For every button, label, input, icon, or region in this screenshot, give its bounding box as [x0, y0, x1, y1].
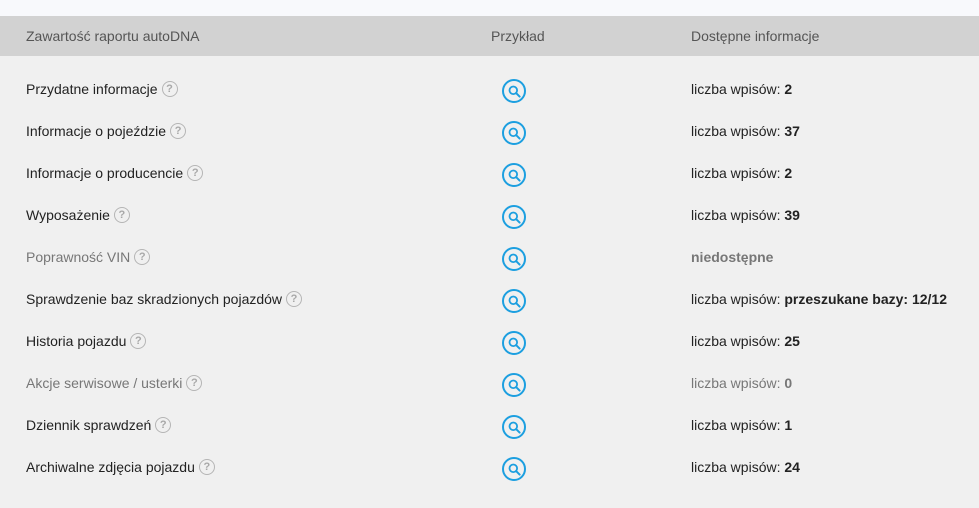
- header-example-column: Przykład: [491, 28, 545, 44]
- row-label-text: Dziennik sprawdzeń: [26, 417, 152, 433]
- info-value: niedostępne: [691, 249, 774, 265]
- help-icon[interactable]: ?: [130, 333, 147, 349]
- info-prefix: liczba wpisów:: [691, 81, 781, 97]
- table-row: Przydatne informacje? liczba wpisów: 2: [0, 70, 979, 112]
- header-info-column: Dostępne informacje: [691, 28, 820, 44]
- info-prefix: liczba wpisów:: [691, 333, 781, 349]
- table-row: Historia pojazdu? liczba wpisów: 25: [0, 322, 979, 364]
- help-icon[interactable]: ?: [134, 249, 151, 265]
- example-preview-button[interactable]: [502, 121, 526, 145]
- top-strip: [0, 0, 979, 16]
- info-value: 1: [784, 417, 793, 433]
- magnifier-icon: [508, 379, 521, 392]
- row-label: Sprawdzenie baz skradzionych pojazdów?: [26, 291, 303, 307]
- magnifier-icon: [508, 253, 521, 266]
- row-label-text: Poprawność VIN: [26, 249, 131, 265]
- row-info: liczba wpisów: 37: [691, 123, 800, 139]
- row-info: liczba wpisów: 39: [691, 207, 800, 223]
- table-row: Wyposażenie? liczba wpisów: 39: [0, 196, 979, 238]
- row-label-text: Informacje o pojeździe: [26, 123, 167, 139]
- row-info: liczba wpisów: 2: [691, 81, 792, 97]
- info-value: przeszukane bazy: 12/12: [784, 291, 948, 307]
- info-value: 0: [784, 375, 793, 391]
- table-row: Poprawność VIN? niedostępne: [0, 238, 979, 280]
- row-label: Historia pojazdu?: [26, 333, 147, 349]
- row-label-text: Sprawdzenie baz skradzionych pojazdów: [26, 291, 283, 307]
- magnifier-icon: [508, 295, 521, 308]
- row-label-text: Historia pojazdu: [26, 333, 127, 349]
- example-preview-button[interactable]: [502, 415, 526, 439]
- table-header: Zawartość raportu autoDNA Przykład Dostę…: [0, 16, 979, 56]
- row-info: liczba wpisów: 24: [691, 459, 800, 475]
- info-prefix: liczba wpisów:: [691, 459, 781, 475]
- help-icon[interactable]: ?: [187, 165, 204, 181]
- row-label: Dziennik sprawdzeń?: [26, 417, 172, 433]
- example-preview-button[interactable]: [502, 163, 526, 187]
- row-info: liczba wpisów: przeszukane bazy: 12/12: [691, 291, 947, 307]
- info-value: 39: [784, 207, 800, 223]
- help-icon[interactable]: ?: [170, 123, 187, 139]
- row-info: liczba wpisów: 25: [691, 333, 800, 349]
- report-rows: Przydatne informacje? liczba wpisów: 2 Inf…: [0, 70, 979, 490]
- table-row: Akcje serwisowe / usterki? liczba wpisów:…: [0, 364, 979, 406]
- info-prefix: liczba wpisów:: [691, 291, 781, 307]
- header-content-column: Zawartość raportu autoDNA: [26, 28, 200, 44]
- example-preview-button[interactable]: [502, 289, 526, 313]
- table-row: Sprawdzenie baz skradzionych pojazdów? li…: [0, 280, 979, 322]
- example-preview-button[interactable]: [502, 79, 526, 103]
- example-preview-button[interactable]: [502, 457, 526, 481]
- row-label: Wyposażenie?: [26, 207, 130, 223]
- help-icon[interactable]: ?: [155, 417, 172, 433]
- magnifier-icon: [508, 463, 521, 476]
- example-preview-button[interactable]: [502, 331, 526, 355]
- row-label: Akcje serwisowe / usterki?: [26, 375, 203, 391]
- row-info: liczba wpisów: 1: [691, 417, 792, 433]
- help-icon[interactable]: ?: [198, 459, 215, 475]
- row-info: niedostępne: [691, 249, 773, 265]
- example-preview-button[interactable]: [502, 205, 526, 229]
- info-prefix: liczba wpisów:: [691, 207, 781, 223]
- info-value: 2: [784, 81, 793, 97]
- info-prefix: liczba wpisów:: [691, 375, 781, 391]
- table-row: Archiwalne zdjęcia pojazdu? liczba wpisów…: [0, 448, 979, 490]
- info-value: 24: [784, 459, 800, 475]
- row-label: Informacje o pojeździe?: [26, 123, 187, 139]
- example-preview-button[interactable]: [502, 373, 526, 397]
- row-label-text: Archiwalne zdjęcia pojazdu: [26, 459, 195, 475]
- row-label: Poprawność VIN?: [26, 249, 151, 265]
- table-row: Informacje o producencie? liczba wpisów: …: [0, 154, 979, 196]
- row-label: Archiwalne zdjęcia pojazdu?: [26, 459, 215, 475]
- magnifier-icon: [508, 85, 521, 98]
- table-row: Dziennik sprawdzeń? liczba wpisów: 1: [0, 406, 979, 448]
- example-preview-button[interactable]: [502, 247, 526, 271]
- info-value: 2: [784, 165, 793, 181]
- row-label-text: Wyposażenie: [26, 207, 110, 223]
- magnifier-icon: [508, 211, 521, 224]
- row-label-text: Informacje o producencie: [26, 165, 184, 181]
- magnifier-icon: [508, 337, 521, 350]
- table-row: Informacje o pojeździe? liczba wpisów: 37: [0, 112, 979, 154]
- info-prefix: liczba wpisów:: [691, 165, 781, 181]
- row-info: liczba wpisów: 0: [691, 375, 792, 391]
- magnifier-icon: [508, 127, 521, 140]
- row-label: Informacje o producencie?: [26, 165, 204, 181]
- help-icon[interactable]: ?: [286, 291, 303, 307]
- magnifier-icon: [508, 169, 521, 182]
- row-label-text: Przydatne informacje: [26, 81, 158, 97]
- info-prefix: liczba wpisów:: [691, 123, 781, 139]
- info-prefix: liczba wpisów:: [691, 417, 781, 433]
- magnifier-icon: [508, 421, 521, 434]
- info-value: 37: [784, 123, 800, 139]
- info-value: 25: [784, 333, 800, 349]
- help-icon[interactable]: ?: [161, 81, 178, 97]
- row-info: liczba wpisów: 2: [691, 165, 792, 181]
- row-label: Przydatne informacje?: [26, 81, 178, 97]
- help-icon[interactable]: ?: [186, 375, 203, 391]
- row-label-text: Akcje serwisowe / usterki: [26, 375, 183, 391]
- help-icon[interactable]: ?: [113, 207, 130, 223]
